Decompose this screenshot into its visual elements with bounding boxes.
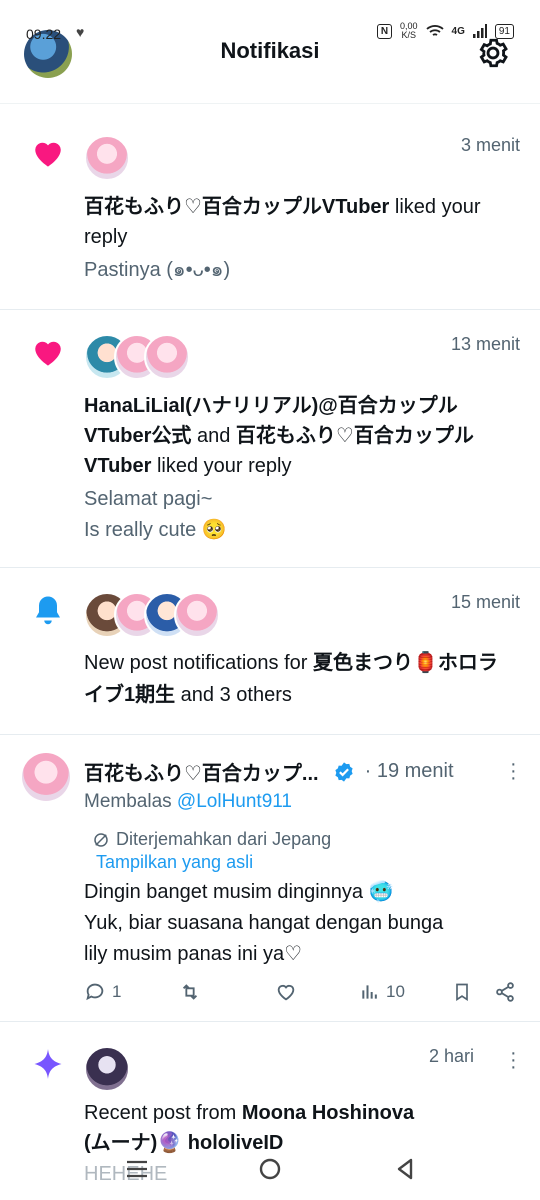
heart-icon <box>35 142 61 167</box>
recent-apps-icon[interactable] <box>122 1154 152 1184</box>
bookmark-icon <box>456 983 468 1002</box>
wifi-icon <box>425 25 444 36</box>
timestamp: 15 menit <box>450 592 520 612</box>
timestamp: 13 menit <box>450 334 520 354</box>
heart-icon <box>35 341 61 366</box>
status-icons: N 0,00 K/S 4G 91 <box>377 22 514 40</box>
notification-text: Recent post from Moona Hoshinova <box>84 1098 516 1128</box>
more-options-icon[interactable]: · · · <box>510 754 517 788</box>
verified-badge-icon <box>334 761 353 782</box>
translate-icon <box>94 832 108 847</box>
snippet-line: Pastinya (๑•ᴗ•๑) <box>84 259 231 281</box>
snippet-line: Is really cute 🥺 <box>84 519 227 541</box>
avatar-group <box>84 135 130 181</box>
translated-notice: Diterjemahkan dari Jepang <box>92 829 331 850</box>
status-time: 09.22 <box>26 26 62 42</box>
signal-icon <box>472 24 487 38</box>
share-icon <box>496 982 514 1002</box>
author-name[interactable]: 百花もふり♡百合カップ... <box>84 757 319 786</box>
avatar-group <box>84 334 190 380</box>
user-name[interactable]: 百花もふり♡百合カップルVTuber <box>84 196 389 218</box>
notification-like-1[interactable]: 3 menit 百花もふり♡百合カップルVTuber liked your re… <box>0 105 540 310</box>
notification-text: HanaLiLial(ハナリリアル)@百合カップルVTuber公式 and 百花… <box>84 391 516 481</box>
bookmark-button[interactable] <box>452 981 494 1003</box>
notification-like-2[interactable]: 13 menit HanaLiLial(ハナリリアル)@百合カップルVTuber… <box>0 310 540 568</box>
translated-label: Diterjemahkan dari Jepang <box>116 829 332 849</box>
retweet-icon <box>182 984 198 1000</box>
tweet-time: · 19 menit <box>364 760 454 782</box>
prefix-text: New post notifications for <box>84 652 313 674</box>
tweet-header: 百花もふり♡百合カップ... · 19 menit <box>84 757 520 786</box>
more-options-icon[interactable]: · · · <box>510 1043 517 1077</box>
sparkle-icon <box>34 1049 62 1079</box>
prefix-text: Recent post from <box>84 1102 242 1124</box>
suffix-text: and 3 others <box>175 684 292 706</box>
notification-text: 百花もふり♡百合カップルVTuber liked your reply <box>84 192 516 252</box>
heart-outline-icon <box>277 984 295 1001</box>
notification-text: New post notifications for 夏色まつり🏮ホロライブ1期… <box>84 647 516 711</box>
like-button[interactable] <box>274 981 360 1003</box>
timestamp: 2 hari <box>428 1046 474 1066</box>
battery-indicator: 91 <box>494 23 514 39</box>
body-line: Yuk, biar suasana hangat dengan bunga <box>84 912 444 934</box>
net-speed-unit: K/S <box>401 30 417 40</box>
views-button[interactable]: 10 <box>360 982 452 1002</box>
retweet-button[interactable] <box>178 981 274 1003</box>
back-icon[interactable] <box>390 1154 420 1184</box>
replying-to: Membalas @LolHunt911 <box>84 791 292 813</box>
share-button[interactable] <box>494 981 516 1003</box>
timestamp: 3 menit <box>460 135 520 155</box>
avatar[interactable] <box>174 592 220 638</box>
bell-icon <box>36 596 60 625</box>
body-line: lily musim panas ini ya♡ <box>84 943 302 965</box>
heart-status-icon: ♥ <box>76 24 85 40</box>
replying-label: Membalas <box>84 791 177 812</box>
tweet-body: Dingin banget musim dinginnya 🥶 Yuk, bia… <box>84 877 516 970</box>
reply-tweet[interactable]: 百花もふり♡百合カップ... · 19 menit · · · Membalas @… <box>0 735 540 1022</box>
status-bar: 09.22 ♥ N 0,00 K/S 4G 91 <box>0 0 540 44</box>
home-icon[interactable] <box>255 1154 285 1184</box>
network-type: 4G <box>451 25 465 37</box>
replying-handle[interactable]: @LolHunt911 <box>177 791 292 812</box>
tweet-actions: 1 10 <box>84 981 522 1003</box>
reply-snippet: Selamat pagi~ Is really cute 🥺 <box>84 484 516 546</box>
avatar[interactable] <box>84 135 130 181</box>
action-text: liked your reply <box>151 455 292 477</box>
avatar-group <box>84 1046 130 1092</box>
net-speed: 0,00 K/S <box>400 22 418 40</box>
show-original-link[interactable]: Tampilkan yang asli <box>96 852 253 873</box>
reply-snippet: Pastinya (๑•ᴗ•๑) <box>84 255 516 286</box>
user-name[interactable]: Moona Hoshinova <box>242 1102 414 1124</box>
notification-new-posts[interactable]: 15 menit New post notifications for 夏色まつ… <box>0 568 540 735</box>
avatar[interactable] <box>22 753 70 801</box>
reply-icon <box>86 983 104 1001</box>
reply-button[interactable]: 1 <box>84 981 178 1003</box>
body-line: Dingin banget musim dinginnya 🥶 <box>84 881 394 903</box>
avatar[interactable] <box>84 1046 130 1092</box>
nfc-icon: N <box>377 23 392 39</box>
views-count: 10 <box>386 982 405 1001</box>
joiner-text: and <box>191 425 236 447</box>
reply-count: 1 <box>112 982 122 1001</box>
views-icon <box>362 985 377 999</box>
system-nav-bar <box>0 1140 540 1200</box>
avatar[interactable] <box>144 334 190 380</box>
snippet-line: Selamat pagi~ <box>84 488 213 510</box>
avatar-group <box>84 592 220 638</box>
